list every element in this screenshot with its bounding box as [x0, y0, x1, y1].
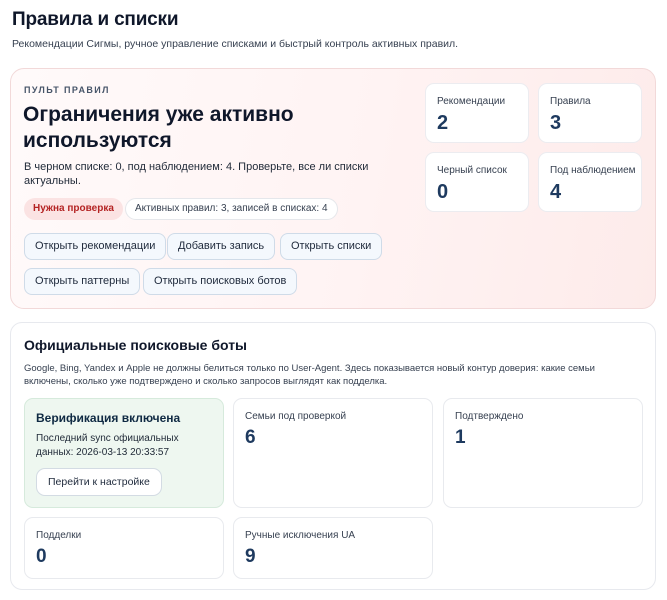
stat-card-recommendations[interactable]: Рекомендации 2	[425, 83, 529, 143]
page-subtitle: Рекомендации Сигмы, ручное управление сп…	[12, 38, 459, 50]
stat-value: 2	[437, 112, 449, 134]
go-to-settings-button[interactable]: Перейти к настройке	[36, 468, 162, 496]
needs-review-badge: Нужна проверка	[24, 198, 123, 220]
stat-card-confirmed: Подтверждено 1	[443, 398, 643, 508]
stat-label: Черный список	[437, 165, 507, 176]
stat-value: 6	[245, 427, 256, 448]
active-rules-badge: Активных правил: 3, записей в списках: 4	[125, 198, 338, 220]
stat-value: 4	[550, 181, 562, 203]
stat-value: 0	[437, 181, 449, 203]
stat-card-fakes: Подделки 0	[24, 517, 224, 579]
bots-description: Google, Bing, Yandex и Apple не должны б…	[24, 363, 595, 387]
page-title: Правила и списки	[12, 9, 179, 30]
stat-label: Рекомендации	[437, 96, 506, 107]
verification-panel: Верификация включена Последний sync офиц…	[24, 398, 224, 508]
stat-card-families-checked: Семьи под проверкой 6	[233, 398, 433, 508]
stat-label: Семьи под проверкой	[245, 411, 347, 422]
stat-label: Правила	[550, 96, 591, 107]
open-patterns-button[interactable]: Открыть паттерны	[24, 268, 141, 295]
stat-label: Ручные исключения UA	[245, 530, 356, 541]
stat-card-watchlist[interactable]: Под наблюдением 4	[538, 152, 642, 212]
bots-title: Официальные поисковые боты	[24, 337, 248, 353]
stat-label: Подтверждено	[455, 411, 524, 422]
open-search-bots-button[interactable]: Открыть поисковых ботов	[143, 268, 298, 295]
stat-value: 1	[455, 427, 466, 448]
verification-sync-text: Последний sync официальных данных: 2026-…	[36, 433, 179, 458]
console-eyebrow: ПУЛЬТ ПРАВИЛ	[24, 85, 110, 95]
stat-card-blacklist[interactable]: Черный список 0	[425, 152, 529, 212]
stat-card-ua-exceptions: Ручные исключения UA 9	[233, 517, 433, 579]
open-lists-button[interactable]: Открыть списки	[280, 233, 383, 260]
stat-label: Под наблюдением	[550, 165, 636, 176]
stat-value: 9	[245, 546, 256, 567]
add-entry-button[interactable]: Добавить запись	[167, 233, 276, 260]
rules-console-card: ПУЛЬТ ПРАВИЛ Ограничения уже активно исп…	[10, 68, 656, 309]
stat-value: 3	[550, 112, 562, 134]
stat-card-rules[interactable]: Правила 3	[538, 83, 642, 143]
verification-title: Верификация включена	[36, 411, 181, 425]
stat-label: Подделки	[36, 530, 82, 541]
search-bots-card: Официальные поисковые боты Google, Bing,…	[10, 322, 656, 590]
open-recommendations-button[interactable]: Открыть рекомендации	[24, 233, 167, 260]
stat-value: 0	[36, 546, 47, 567]
console-description: В черном списке: 0, под наблюдением: 4. …	[24, 161, 369, 187]
console-headline: Ограничения уже активно используются	[23, 103, 294, 152]
